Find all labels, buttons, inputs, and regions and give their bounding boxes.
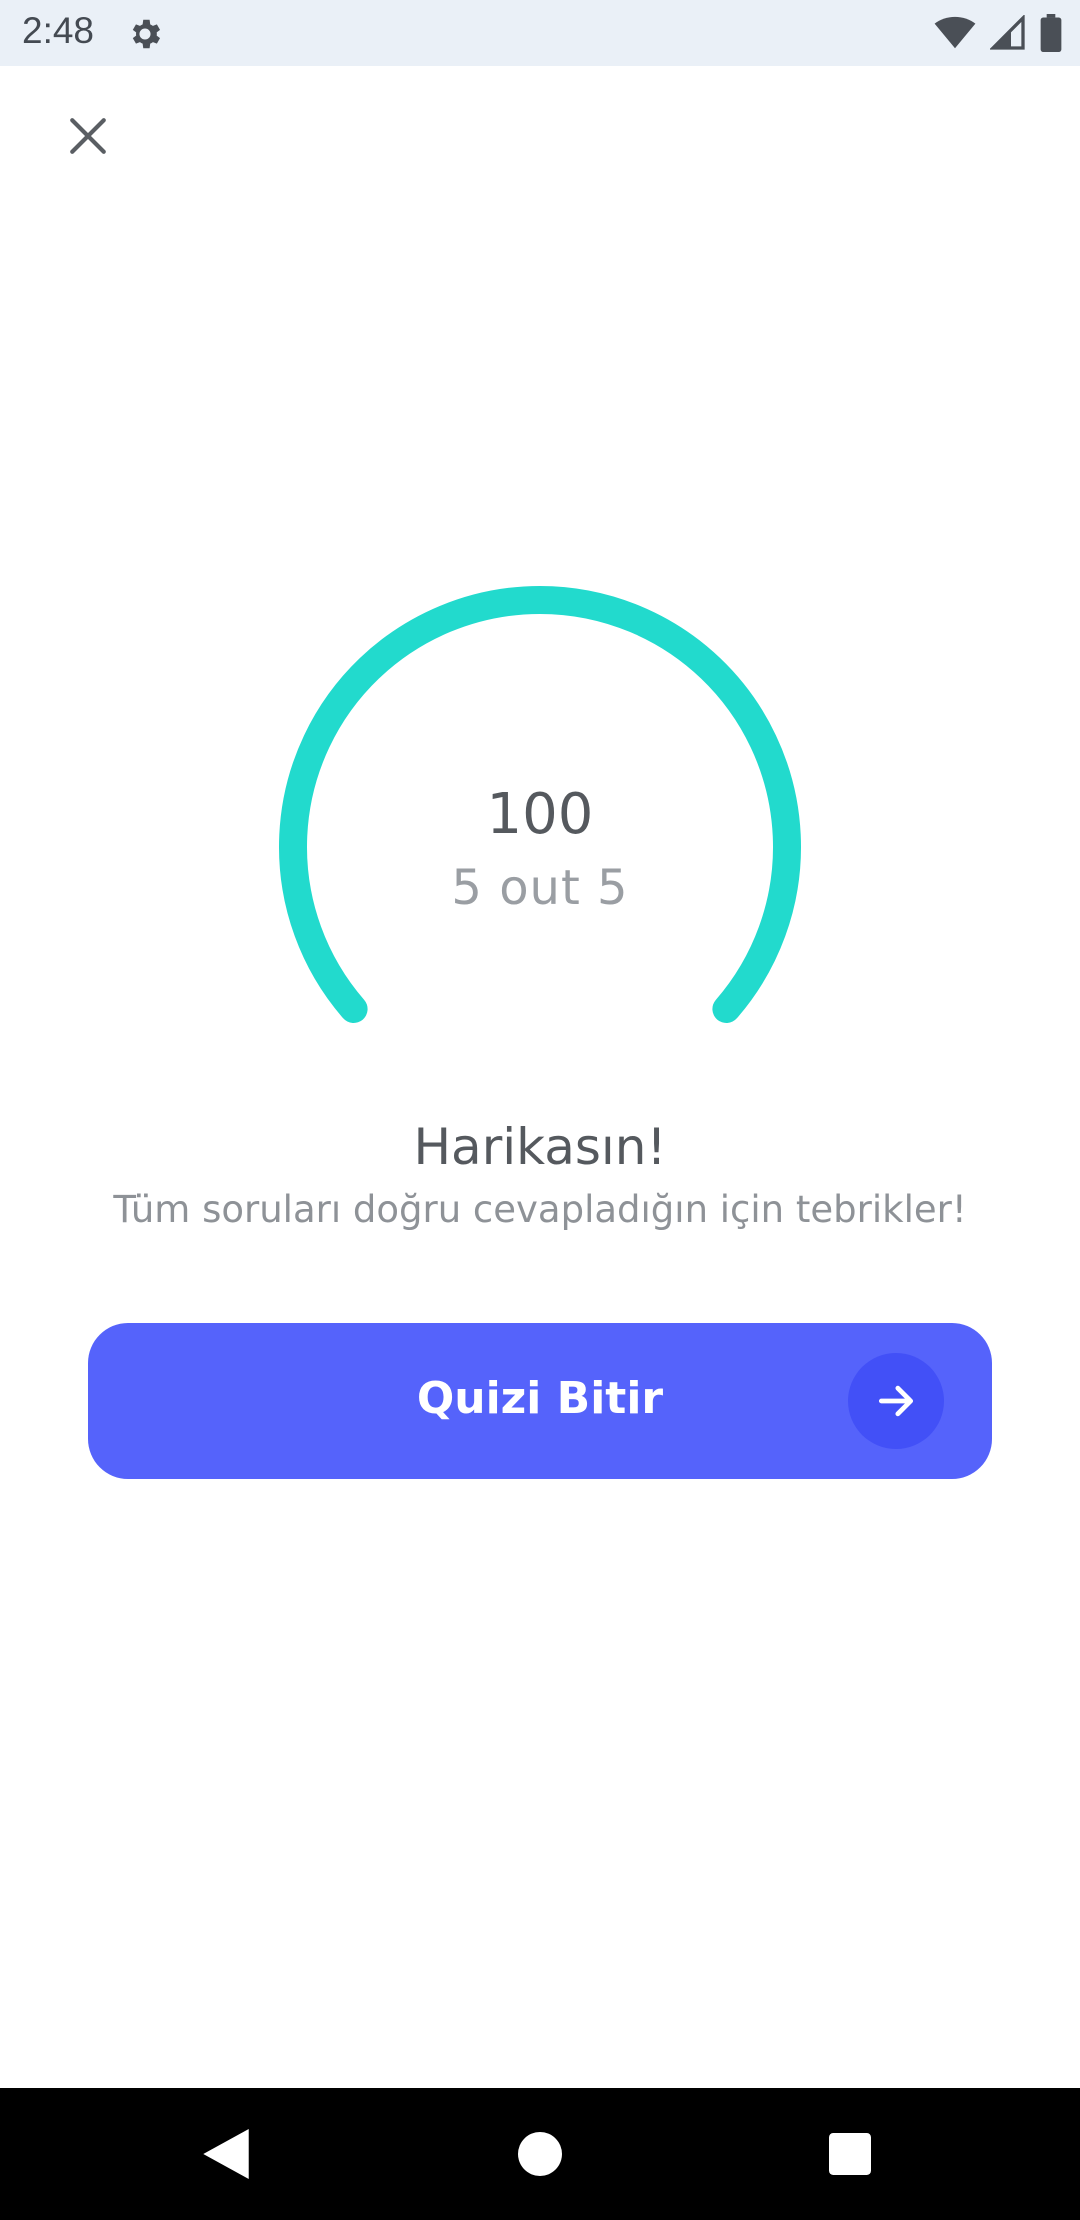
signal-icon	[990, 15, 1025, 50]
score-detail: 5 out 5	[451, 860, 629, 916]
home-icon	[518, 2132, 562, 2176]
home-button[interactable]	[510, 2124, 570, 2184]
back-icon	[203, 2129, 249, 2179]
wifi-icon	[934, 16, 976, 49]
status-time: 2:48	[22, 10, 95, 51]
navigation-bar	[0, 2088, 1080, 2220]
back-button[interactable]	[196, 2124, 256, 2184]
result-message: Tüm soruları doğru cevapladığın için teb…	[113, 1188, 967, 1231]
close-icon	[70, 118, 106, 154]
result-headline: Harikasın!	[413, 1118, 667, 1176]
status-bar: 2:48	[0, 0, 1080, 66]
battery-icon	[1040, 14, 1062, 52]
recents-icon	[829, 2133, 871, 2175]
recents-button[interactable]	[820, 2124, 880, 2184]
score-value: 100	[486, 782, 594, 847]
close-button[interactable]	[60, 108, 116, 164]
quiz-result-screen: 2:48 100 5 out 5 Harikasın! Tüm soruları…	[0, 0, 1080, 2220]
arrow-right-icon	[848, 1353, 944, 1449]
finish-quiz-button[interactable]: Quizi Bitir	[88, 1323, 992, 1479]
gear-icon	[132, 19, 161, 49]
status-icons	[934, 14, 1062, 52]
